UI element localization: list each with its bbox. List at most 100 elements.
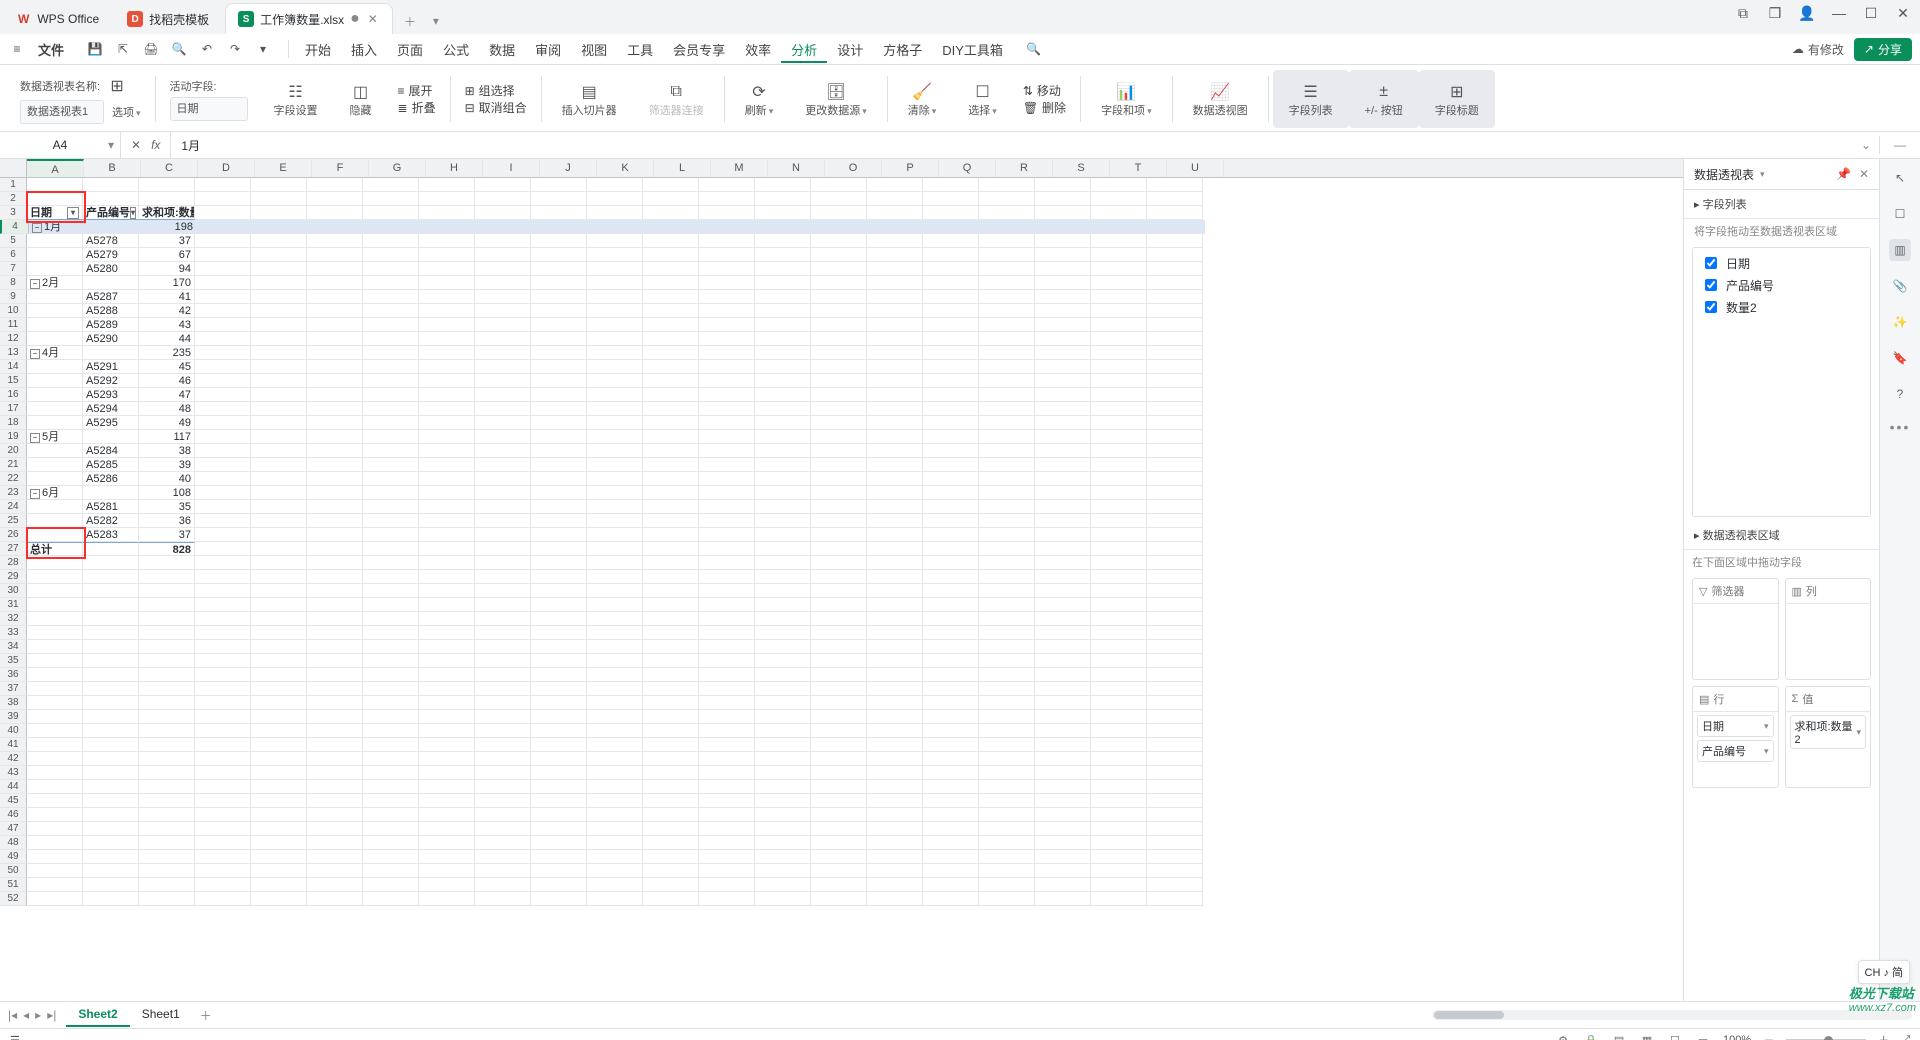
cell[interactable]	[587, 248, 643, 262]
cell[interactable]	[363, 640, 419, 654]
cell[interactable]: 49	[139, 416, 195, 430]
field-list[interactable]: 日期产品编号数量2	[1692, 247, 1871, 517]
cell[interactable]	[587, 570, 643, 584]
cell[interactable]	[699, 360, 755, 374]
cell[interactable]	[1091, 304, 1147, 318]
row-header[interactable]: 46	[0, 808, 27, 822]
cell[interactable]	[643, 864, 699, 878]
cell[interactable]	[811, 752, 867, 766]
cell[interactable]	[531, 556, 587, 570]
col-header-R[interactable]: R	[996, 159, 1053, 177]
cell[interactable]	[531, 892, 587, 906]
cell[interactable]: A5282	[83, 514, 139, 528]
redo-icon[interactable]: ↷	[226, 40, 244, 58]
save-icon[interactable]: 💾	[86, 40, 104, 58]
cell[interactable]	[923, 346, 979, 360]
cell[interactable]	[1035, 430, 1091, 444]
area-rows[interactable]: ▤行 日期▾产品编号▾	[1692, 686, 1779, 788]
cell[interactable]	[979, 864, 1035, 878]
cell[interactable]	[1147, 332, 1203, 346]
cell[interactable]	[1091, 402, 1147, 416]
cell[interactable]	[531, 780, 587, 794]
col-header-K[interactable]: K	[597, 159, 654, 177]
cell[interactable]	[475, 430, 531, 444]
menu-设计[interactable]: 设计	[827, 36, 873, 63]
cell[interactable]	[363, 248, 419, 262]
cell[interactable]	[139, 668, 195, 682]
area-pill[interactable]: 日期▾	[1697, 715, 1774, 737]
cell[interactable]	[699, 402, 755, 416]
cell[interactable]	[699, 178, 755, 192]
cell[interactable]	[869, 220, 925, 234]
cell[interactable]	[979, 444, 1035, 458]
cell[interactable]	[27, 766, 83, 780]
cell[interactable]	[699, 752, 755, 766]
cell[interactable]	[195, 654, 251, 668]
cell[interactable]	[1037, 220, 1093, 234]
cell[interactable]	[531, 626, 587, 640]
cell[interactable]	[979, 542, 1035, 556]
cell[interactable]	[139, 822, 195, 836]
cell[interactable]	[27, 528, 83, 542]
cell[interactable]	[531, 514, 587, 528]
cell[interactable]	[1147, 724, 1203, 738]
cell[interactable]	[531, 584, 587, 598]
cell[interactable]	[83, 850, 139, 864]
cell[interactable]	[419, 724, 475, 738]
cell[interactable]	[531, 360, 587, 374]
cell[interactable]	[1091, 458, 1147, 472]
cell[interactable]	[811, 206, 867, 220]
cell[interactable]	[251, 178, 307, 192]
cell[interactable]	[643, 808, 699, 822]
cell[interactable]	[363, 458, 419, 472]
cell[interactable]	[755, 878, 811, 892]
cell[interactable]	[979, 766, 1035, 780]
cell[interactable]	[139, 570, 195, 584]
cell[interactable]	[27, 318, 83, 332]
cell[interactable]	[587, 374, 643, 388]
cell[interactable]	[699, 430, 755, 444]
cell[interactable]	[307, 444, 363, 458]
row-header[interactable]: 21	[0, 458, 27, 472]
cell[interactable]	[1091, 444, 1147, 458]
cell[interactable]	[811, 290, 867, 304]
cell[interactable]: 37	[139, 234, 195, 248]
cell[interactable]	[83, 542, 139, 556]
cell[interactable]	[587, 444, 643, 458]
cell[interactable]	[531, 500, 587, 514]
cell[interactable]	[1147, 486, 1203, 500]
field-setting-button[interactable]: ☷ 字段设置	[268, 79, 324, 119]
cell[interactable]	[643, 542, 699, 556]
cell[interactable]	[251, 668, 307, 682]
cell[interactable]	[643, 444, 699, 458]
cell[interactable]	[1147, 388, 1203, 402]
row-header[interactable]: 42	[0, 752, 27, 766]
cell[interactable]	[1147, 528, 1203, 542]
cell[interactable]	[363, 416, 419, 430]
cell[interactable]	[643, 346, 699, 360]
cell[interactable]	[307, 836, 363, 850]
cell[interactable]	[867, 402, 923, 416]
cell[interactable]	[307, 892, 363, 906]
cell[interactable]	[475, 402, 531, 416]
cell[interactable]	[475, 892, 531, 906]
cell[interactable]	[1091, 598, 1147, 612]
cell[interactable]	[811, 528, 867, 542]
cell[interactable]: −4月	[27, 346, 83, 360]
cell[interactable]	[643, 738, 699, 752]
cell[interactable]	[811, 556, 867, 570]
plus-minus-button[interactable]: ± +/- 按钮	[1359, 79, 1409, 119]
cell[interactable]: 45	[139, 360, 195, 374]
cell[interactable]	[587, 332, 643, 346]
sheet-next-icon[interactable]: ▸	[35, 1008, 41, 1022]
cell[interactable]	[1147, 794, 1203, 808]
cell[interactable]	[139, 640, 195, 654]
cell[interactable]: 43	[139, 318, 195, 332]
cell[interactable]	[811, 878, 867, 892]
cell[interactable]	[643, 626, 699, 640]
cell[interactable]	[587, 192, 643, 206]
cell[interactable]	[979, 556, 1035, 570]
cell[interactable]	[27, 878, 83, 892]
cell[interactable]: A5280	[83, 262, 139, 276]
cell[interactable]	[475, 178, 531, 192]
